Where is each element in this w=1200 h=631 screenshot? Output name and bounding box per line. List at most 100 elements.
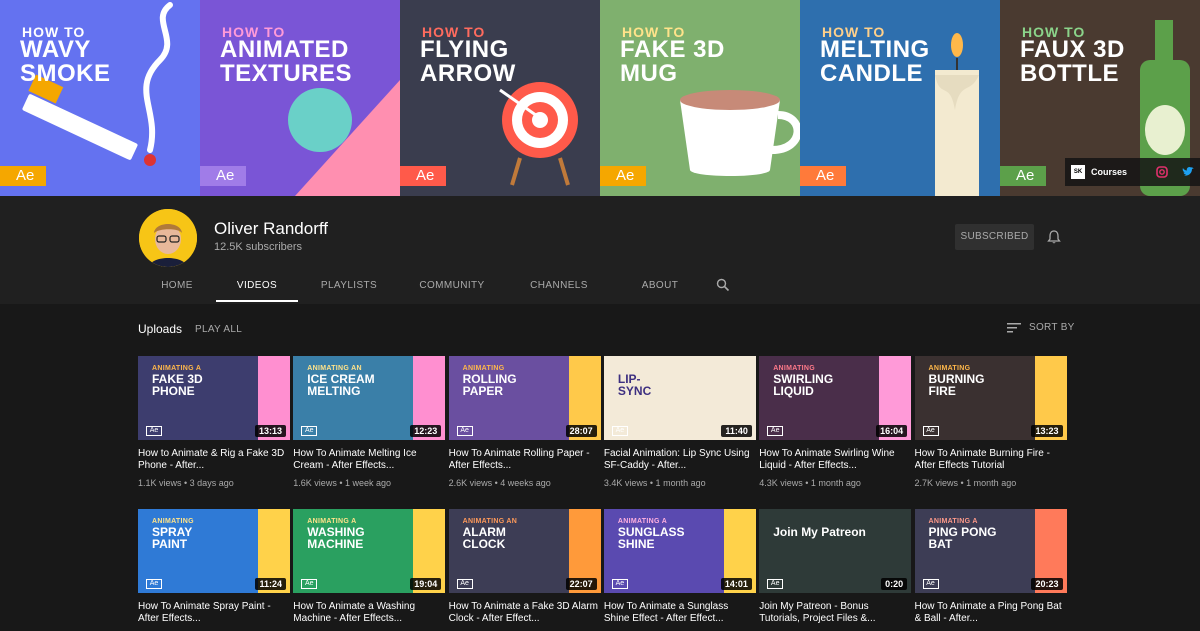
- tab-videos[interactable]: VIDEOS: [216, 270, 298, 302]
- ae-badge: Ae: [600, 166, 646, 186]
- thumbnail-kicker: ANIMATING A: [617, 518, 668, 525]
- video-meta: 4.3K views • 1 month ago: [759, 478, 861, 488]
- video-duration: 0:20: [881, 578, 908, 590]
- video-title[interactable]: How to Animate & Rig a Fake 3D Phone - A…: [138, 448, 290, 472]
- uploads-heading[interactable]: Uploads: [138, 322, 182, 336]
- video-thumbnail[interactable]: ANIMATING A FAKE 3D PHONE Ae 13:13: [138, 356, 290, 440]
- video-card[interactable]: ANIMATING SPRAY PAINT Ae 11:24 How To An…: [138, 509, 290, 631]
- video-meta: 1.6K views • 1 week ago: [293, 478, 392, 488]
- ae-badge: Ae: [1000, 166, 1046, 186]
- banner-links[interactable]: SK Courses: [1065, 158, 1200, 186]
- video-title[interactable]: How To Animate a Ping Pong Bat & Ball - …: [915, 601, 1067, 625]
- ae-badge: Ae: [611, 579, 628, 589]
- video-title[interactable]: How To Animate Rolling Paper - After Eff…: [449, 448, 601, 472]
- thumbnail-headline: ICE CREAM MELTING: [307, 372, 375, 398]
- video-card[interactable]: Join My Patreon Ae 0:20 Join My Patreon …: [759, 509, 912, 631]
- search-icon[interactable]: [716, 278, 730, 292]
- video-card[interactable]: ANIMATING AN ICE CREAM MELTING Ae 12:23 …: [293, 356, 446, 488]
- courses-link[interactable]: Courses: [1091, 167, 1127, 177]
- ae-badge: Ae: [767, 426, 784, 436]
- tab-home[interactable]: HOME: [138, 270, 216, 302]
- video-duration: 13:13: [254, 425, 286, 437]
- video-card[interactable]: ANIMATING A FAKE 3D PHONE Ae 13:13 How t…: [138, 356, 290, 488]
- video-duration: 11:24: [255, 578, 286, 590]
- tab-playlists[interactable]: PLAYLISTS: [298, 270, 400, 302]
- channel-avatar[interactable]: [139, 209, 197, 267]
- thumbnail-headline: ALARM CLOCK: [462, 525, 506, 551]
- ae-badge: Ae: [146, 426, 162, 436]
- thumbnail-headline: WASHING MACHINE: [307, 525, 365, 551]
- video-thumbnail[interactable]: Join My Patreon Ae 0:20: [759, 509, 912, 593]
- thumbnail-headline: Join My Patreon: [773, 525, 866, 539]
- video-meta: 3.4K views • 1 month ago: [603, 478, 706, 488]
- banner-title: ANIMATED TEXTURES: [220, 36, 353, 87]
- video-thumbnail[interactable]: ANIMATING A SUNGLASS SHINE Ae 14:01: [603, 509, 756, 593]
- video-thumbnail[interactable]: ANIMATING ROLLING PAPER Ae 28:07: [448, 356, 601, 440]
- play-all-button[interactable]: PLAY ALL: [195, 324, 242, 335]
- thumbnail-kicker: ANIMATING: [928, 365, 971, 372]
- video-duration: 20:23: [1031, 578, 1063, 590]
- skillshare-icon[interactable]: SK: [1071, 165, 1085, 179]
- channel-name: Oliver Randorff: [214, 219, 329, 238]
- video-thumbnail[interactable]: LIP- SYNC Ae 11:40: [603, 356, 756, 440]
- video-title[interactable]: How To Animate Spray Paint - After Effec…: [138, 601, 290, 625]
- channel-tabs: HOME VIDEOS PLAYLISTS COMMUNITY CHANNELS…: [138, 270, 706, 304]
- video-title[interactable]: How To Animate Burning Fire - After Effe…: [915, 448, 1067, 472]
- banner-title: FAUX 3D BOTTLE: [1020, 36, 1125, 87]
- video-thumbnail[interactable]: ANIMATING SPRAY PAINT Ae 11:24: [138, 509, 290, 593]
- video-thumbnail[interactable]: ANIMATING SWIRLING LIQUID Ae 16:04: [759, 356, 912, 440]
- thumbnail-headline: LIP- SYNC: [617, 372, 652, 398]
- ae-badge: Ae: [800, 166, 846, 186]
- video-title[interactable]: How To Animate Melting Ice Cream - After…: [293, 448, 445, 472]
- video-title[interactable]: How To Animate a Sunglass Shine Effect -…: [604, 601, 756, 625]
- video-thumbnail[interactable]: ANIMATING AN ICE CREAM MELTING Ae 12:23: [293, 356, 446, 440]
- video-title[interactable]: How To Animate a Washing Machine - After…: [293, 601, 445, 625]
- video-title[interactable]: Facial Animation: Lip Sync Using SF-Cadd…: [604, 448, 756, 472]
- video-duration: 28:07: [565, 425, 597, 437]
- video-title[interactable]: How To Animate a Fake 3D Alarm Clock - A…: [449, 601, 601, 625]
- banner-tile: HOW TO WAVY SMOKE Ae: [0, 0, 200, 196]
- ae-badge: Ae: [922, 426, 939, 436]
- video-duration: 12:23: [410, 425, 442, 437]
- subscribed-button[interactable]: SUBSCRIBED: [955, 224, 1034, 250]
- video-thumbnail[interactable]: ANIMATING A PING PONG BAT Ae 20:23: [914, 509, 1067, 593]
- tab-about[interactable]: ABOUT: [614, 270, 706, 302]
- video-duration: 19:04: [410, 578, 442, 590]
- video-card[interactable]: ANIMATING AN ALARM CLOCK Ae 22:07 How To…: [448, 509, 601, 631]
- thumbnail-kicker: ANIMATING AN: [307, 365, 362, 372]
- thumbnail-kicker: ANIMATING A: [152, 365, 202, 372]
- notification-bell-icon[interactable]: [1046, 229, 1062, 245]
- banner-tile: HOW TO FLYING ARROW Ae: [400, 0, 600, 196]
- ae-badge: Ae: [767, 579, 784, 589]
- ae-badge: Ae: [301, 579, 318, 589]
- sort-by-label: SORT BY: [1029, 322, 1075, 333]
- video-card[interactable]: ANIMATING BURNING FIRE Ae 13:23 How To A…: [914, 356, 1067, 488]
- sort-by-button[interactable]: SORT BY: [1007, 322, 1075, 333]
- video-card[interactable]: ANIMATING A PING PONG BAT Ae 20:23 How T…: [914, 509, 1067, 631]
- video-title[interactable]: Join My Patreon - Bonus Tutorials, Proje…: [759, 601, 911, 625]
- ae-badge: Ae: [922, 579, 939, 589]
- ae-badge: Ae: [456, 426, 473, 436]
- thumbnail-kicker: ANIMATING: [152, 518, 194, 525]
- video-duration: 16:04: [876, 425, 908, 437]
- ae-badge: Ae: [400, 166, 446, 186]
- video-card[interactable]: ANIMATING SWIRLING LIQUID Ae 16:04 How T…: [759, 356, 912, 488]
- video-title[interactable]: How To Animate Swirling Wine Liquid - Af…: [759, 448, 911, 472]
- twitter-icon[interactable]: [1181, 165, 1195, 179]
- tab-channels[interactable]: CHANNELS: [504, 270, 614, 302]
- video-card[interactable]: LIP- SYNC Ae 11:40 Facial Animation: Lip…: [603, 356, 756, 488]
- video-card[interactable]: ANIMATING A SUNGLASS SHINE Ae 14:01 How …: [603, 509, 756, 631]
- video-meta: 2.6K views • 4 weeks ago: [448, 478, 551, 488]
- video-card[interactable]: ANIMATING A WASHING MACHINE Ae 19:04 How…: [293, 509, 446, 631]
- video-card[interactable]: ANIMATING ROLLING PAPER Ae 28:07 How To …: [448, 356, 601, 488]
- tab-community[interactable]: COMMUNITY: [400, 270, 504, 302]
- video-thumbnail[interactable]: ANIMATING A WASHING MACHINE Ae 19:04: [293, 509, 446, 593]
- video-thumbnail[interactable]: ANIMATING BURNING FIRE Ae 13:23: [914, 356, 1067, 440]
- video-thumbnail[interactable]: ANIMATING AN ALARM CLOCK Ae 22:07: [448, 509, 601, 593]
- thumbnail-headline: PING PONG BAT: [928, 525, 997, 551]
- banner-title: MELTING CANDLE: [820, 36, 930, 87]
- thumbnail-headline: SWIRLING LIQUID: [773, 372, 834, 398]
- instagram-icon[interactable]: [1155, 165, 1169, 179]
- banner-title: FLYING ARROW: [420, 36, 516, 87]
- video-meta: 2.7K views • 1 month ago: [914, 478, 1017, 488]
